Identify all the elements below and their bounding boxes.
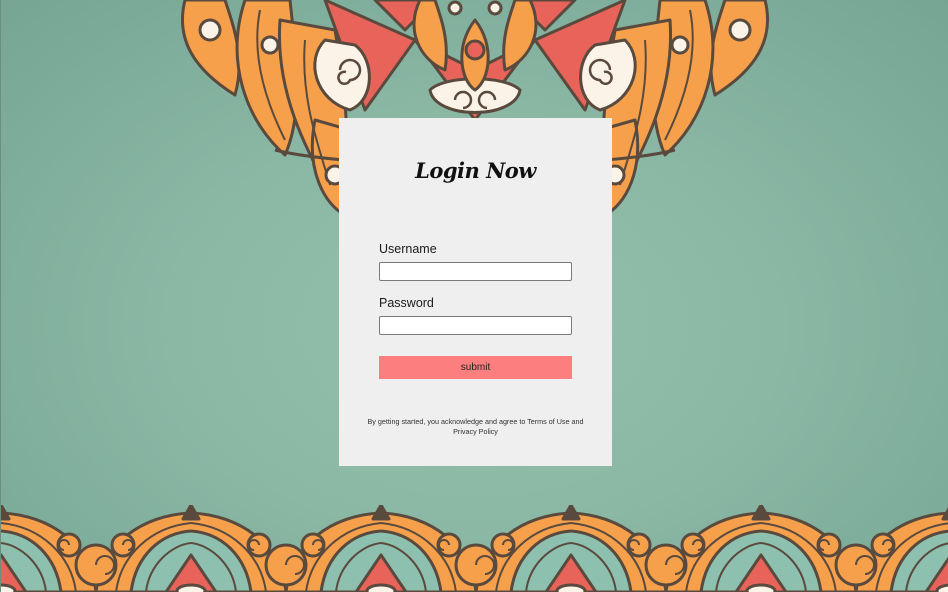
login-page: Login Now Username Password submit By ge… <box>0 0 948 592</box>
terms-notice: By getting started, you acknowledge and … <box>367 417 584 436</box>
password-label: Password <box>379 296 434 310</box>
username-input[interactable] <box>379 262 572 281</box>
password-input[interactable] <box>379 316 572 335</box>
login-title: Login Now <box>415 158 536 183</box>
mandala-border-pattern <box>1 505 948 592</box>
login-card: Login Now Username Password submit By ge… <box>339 118 612 466</box>
username-label: Username <box>379 242 437 256</box>
submit-button[interactable]: submit <box>379 356 572 379</box>
